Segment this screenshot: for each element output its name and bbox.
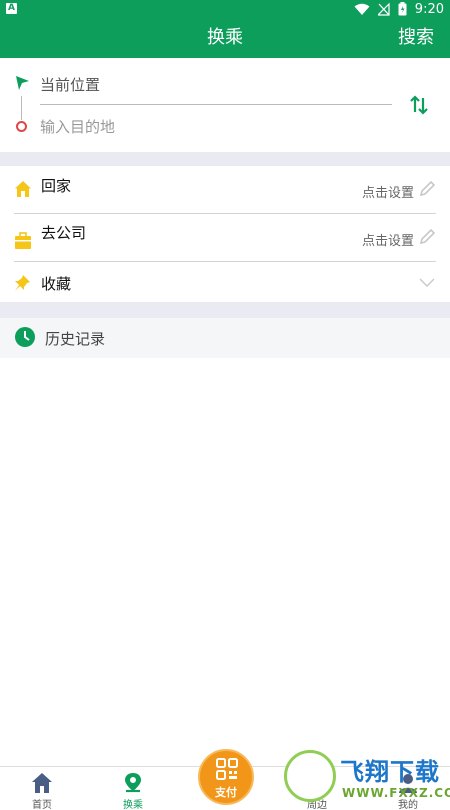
origin-arrow-icon [16, 76, 29, 90]
status-indicators: 9:20 [354, 0, 444, 18]
status-time: 9:20 [414, 1, 444, 17]
edit-pencil-icon[interactable] [418, 180, 436, 198]
briefcase-icon [15, 232, 31, 249]
watermark-brand: 飞翔下载 [340, 758, 440, 786]
route-input-card: 当前位置 输入目的地 [0, 58, 450, 152]
chevron-down-icon[interactable] [418, 273, 436, 291]
transfer-icon [125, 773, 141, 793]
set-company-action[interactable]: 点击设置 [362, 230, 414, 249]
shortcut-label: 去公司 [41, 224, 87, 242]
history-section[interactable]: 历史记录 [0, 318, 450, 358]
notification-icon: A [6, 3, 17, 14]
watermark-url: WWW.FXXZ.COM [342, 786, 450, 800]
nav-transfer[interactable]: 换乘 [98, 767, 168, 810]
home-icon [15, 181, 31, 197]
pay-button[interactable]: 支付 [198, 749, 254, 805]
watermark-badge [284, 750, 336, 802]
clock-icon [15, 327, 35, 347]
destination-input[interactable]: 输入目的地 [40, 116, 115, 137]
search-button[interactable]: 搜索 [398, 18, 434, 58]
pin-icon [15, 275, 30, 291]
nav-home[interactable]: 首页 [7, 767, 77, 810]
shortcut-label: 收藏 [41, 275, 72, 293]
pay-label: 支付 [215, 786, 237, 799]
swap-direction-icon[interactable] [408, 94, 430, 116]
shortcut-home[interactable]: 回家 点击设置 [0, 166, 450, 214]
status-bar: A 9:20 [0, 0, 450, 18]
watermark-logo: 飞翔下载 WWW.FXXZ.COM [284, 750, 450, 806]
battery-icon [398, 2, 407, 16]
nav-label: 首页 [32, 800, 52, 810]
app-header: 换乘 搜索 [0, 18, 450, 58]
shortcut-company[interactable]: 去公司 点击设置 [0, 214, 450, 262]
qr-code-icon [216, 758, 238, 780]
section-spacer [0, 302, 450, 318]
route-connector-line [21, 96, 22, 120]
history-label: 历史记录 [45, 330, 106, 348]
shortcut-label: 回家 [41, 177, 72, 195]
shortcut-favorites[interactable]: 收藏 [0, 262, 450, 302]
origin-field[interactable]: 当前位置 [40, 74, 100, 95]
set-home-action[interactable]: 点击设置 [362, 182, 414, 201]
home-icon [32, 773, 52, 793]
wifi-icon [354, 3, 370, 15]
page-title: 换乘 [207, 27, 243, 48]
section-spacer [0, 152, 450, 166]
destination-dot-icon [16, 121, 27, 132]
nav-label: 换乘 [123, 800, 143, 810]
route-divider [40, 104, 392, 105]
no-signal-icon [377, 2, 390, 16]
edit-pencil-icon[interactable] [418, 228, 436, 246]
